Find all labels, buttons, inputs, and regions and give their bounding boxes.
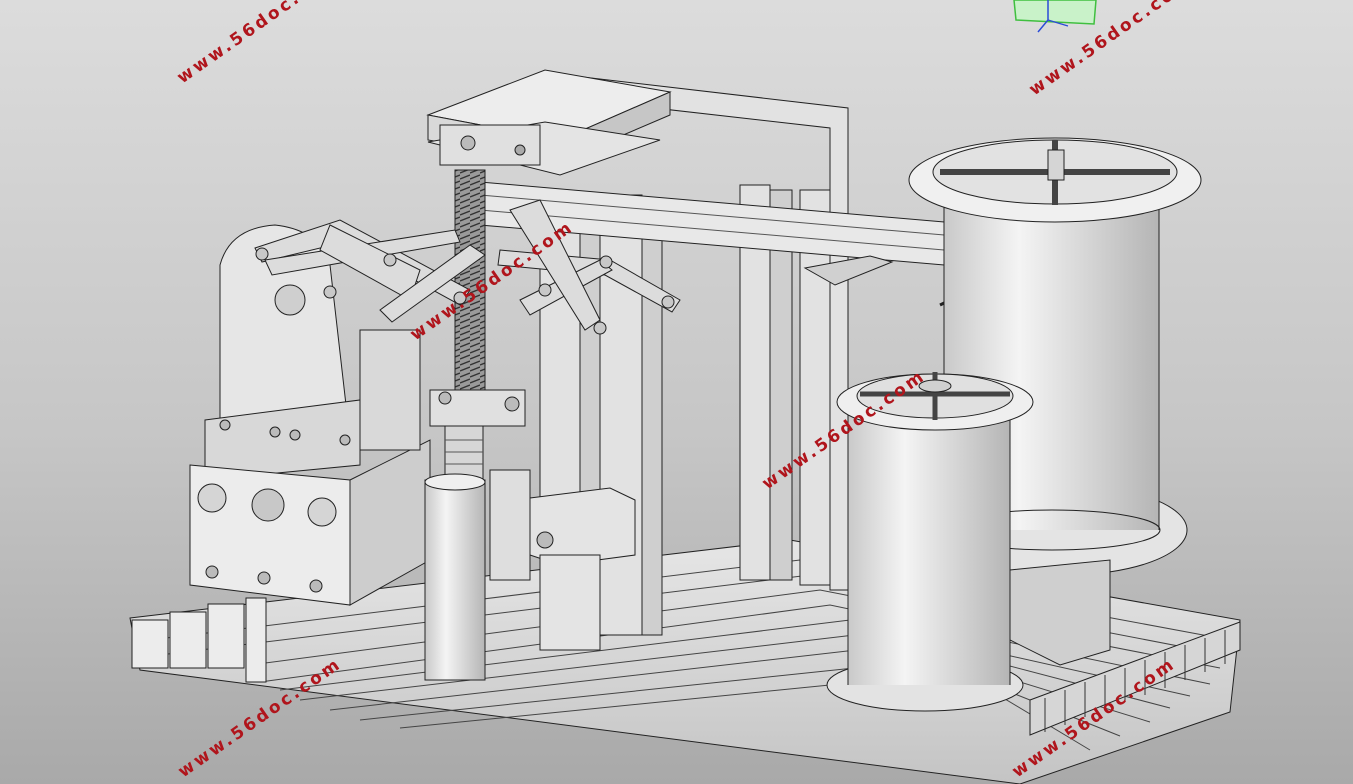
cad-viewport[interactable]: www.56doc.com www.56doc.com www.56doc.co… [0,0,1353,784]
top-frame [426,69,672,176]
view-orientation-triad-icon[interactable] [1008,0,1103,40]
